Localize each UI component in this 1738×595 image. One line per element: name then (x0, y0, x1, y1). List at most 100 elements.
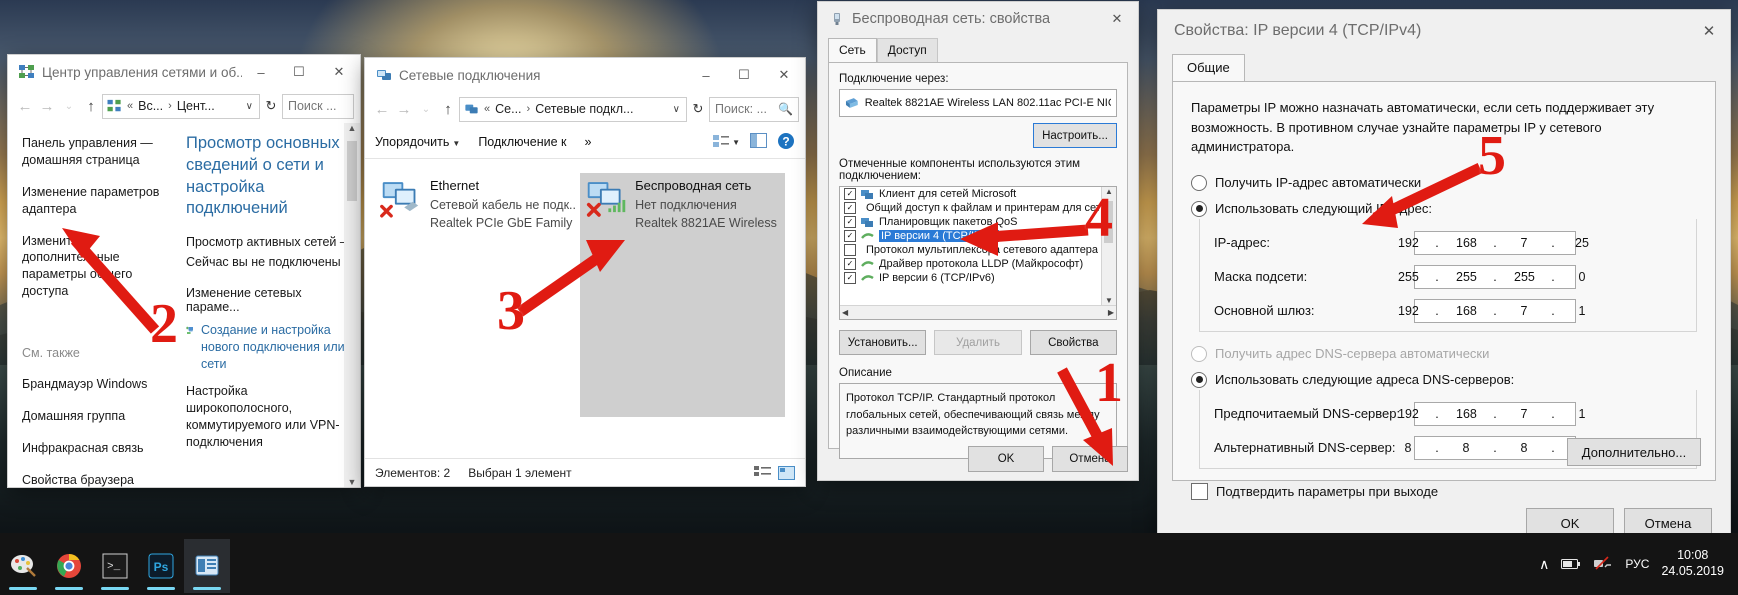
navigation-bar[interactable]: ← → ⌄ ↑ « Се... › Сетевые подкл... ∨ ↻ П… (365, 92, 805, 126)
octet-3[interactable]: 1 (1572, 407, 1592, 421)
recent-locations-button[interactable]: ⌄ (415, 104, 437, 115)
list-item-selected[interactable]: ✓ IP версии 4 (TCP/IPv4) (840, 229, 1116, 243)
octet-2[interactable]: 255 (1514, 270, 1535, 284)
see-also-firewall[interactable]: Брандмауэр Windows (22, 376, 170, 393)
alternate-dns-input[interactable]: 8. 8. 8. 8 (1405, 435, 1585, 460)
refresh-button[interactable]: ↻ (687, 101, 709, 117)
checkbox-unchecked[interactable] (1191, 482, 1208, 500)
dialog-controls[interactable]: ✕ (1096, 2, 1138, 36)
maximize-button[interactable]: ☐ (280, 55, 318, 89)
network-explorer-icon[interactable] (184, 539, 230, 593)
organize-button[interactable]: Упорядочить ▼ (375, 135, 460, 149)
maximize-button[interactable]: ☐ (725, 58, 763, 92)
start-paint-icon[interactable] (0, 539, 46, 593)
list-item[interactable]: ✓ Клиент для сетей Microsoft (840, 187, 1116, 201)
octet-0[interactable]: 192 (1398, 236, 1419, 250)
breadcrumb[interactable]: « Вс... › Цент... ∨ (102, 93, 260, 119)
view-mode-buttons[interactable] (754, 465, 795, 480)
checkbox-unchecked[interactable] (844, 244, 856, 256)
scroll-left-arrow[interactable]: ◀ (842, 308, 848, 317)
configure-button[interactable]: Настроить... (1033, 123, 1117, 148)
chrome-icon[interactable] (46, 539, 92, 593)
components-listbox[interactable]: ✓ Клиент для сетей Microsoft ✓ Общий дос… (839, 186, 1117, 320)
octet-1[interactable]: 168 (1456, 407, 1477, 421)
search-icon[interactable]: 🔍 (778, 102, 793, 116)
breadcrumb-item-1[interactable]: Сетевые подкл... (535, 102, 633, 116)
list-item[interactable]: ✓ Общий доступ к файлам и принтерам для … (840, 201, 1116, 215)
default-gateway-input[interactable]: 192. 168. 7. 1 (1398, 298, 1585, 323)
octet-3[interactable]: 25 (1572, 236, 1592, 250)
checkbox-checked[interactable]: ✓ (844, 272, 856, 284)
window-controls[interactable]: – ☐ ✕ (242, 55, 360, 89)
taskbar[interactable]: >_ Ps ∧ РУС 10:08 24.05.2019 (0, 533, 1738, 595)
connection-item-ethernet[interactable]: Ethernet Сетевой кабель не подк... Realt… (375, 173, 580, 417)
tab-sharing[interactable]: Доступ (876, 38, 938, 62)
scroll-up-arrow[interactable]: ▲ (348, 123, 357, 133)
toolbar[interactable]: Упорядочить ▼ Подключение к » ▼ ? (365, 126, 805, 159)
octet-0[interactable]: 192 (1398, 304, 1419, 318)
sidebar-item-adapter-settings[interactable]: Изменение параметров адаптера (22, 184, 170, 218)
terminal-icon[interactable]: >_ (92, 539, 138, 593)
install-button[interactable]: Установить... (839, 330, 927, 355)
network-sharing-center-window[interactable]: Центр управления сетями и об... – ☐ ✕ ← … (8, 55, 360, 487)
scroll-right-arrow[interactable]: ▶ (1108, 308, 1114, 317)
recent-locations-button[interactable]: ⌄ (58, 101, 80, 112)
close-icon[interactable]: ✕ (1096, 2, 1138, 36)
list-item[interactable]: ✓ Драйвер протокола LLDP (Майкрософт) (840, 257, 1116, 271)
radio-button[interactable] (1191, 174, 1207, 191)
breadcrumb-item-1[interactable]: Цент... (177, 99, 215, 113)
connect-to-button[interactable]: Подключение к (478, 135, 566, 149)
component-actions[interactable]: Установить... Удалить Свойства (839, 330, 1117, 355)
refresh-button[interactable]: ↻ (260, 98, 282, 114)
create-connection-label[interactable]: Создание и настройка нового подключения … (201, 322, 354, 373)
up-button[interactable]: ↑ (80, 98, 102, 115)
navigation-bar[interactable]: ← → ⌄ ↑ « Вс... › Цент... ∨ ↻ Поиск ... (8, 89, 360, 123)
octet-2[interactable]: 7 (1514, 236, 1534, 250)
radio-button[interactable] (1191, 345, 1207, 362)
forward-button[interactable]: → (393, 101, 415, 118)
close-button[interactable]: ✕ (763, 58, 805, 92)
battery-icon[interactable] (1561, 556, 1581, 572)
octet-0[interactable]: 8 (1398, 441, 1418, 455)
octet-2[interactable]: 7 (1514, 407, 1534, 421)
more-commands-button[interactable]: » (585, 135, 592, 149)
octet-1[interactable]: 168 (1456, 304, 1477, 318)
preview-pane-icon[interactable] (750, 133, 767, 151)
minimize-button[interactable]: – (242, 55, 280, 89)
octet-0[interactable]: 192 (1398, 407, 1419, 421)
dialog-footer[interactable]: OK Отмена (968, 446, 1128, 472)
system-tray[interactable]: ∧ РУС 10:08 24.05.2019 (1539, 533, 1738, 595)
close-button[interactable]: ✕ (318, 55, 360, 89)
checkbox-checked[interactable]: ✓ (844, 258, 856, 270)
tab-network[interactable]: Сеть (828, 38, 877, 62)
chevron-down-icon[interactable]: ∨ (673, 104, 682, 115)
advanced-button[interactable]: Дополнительно... (1567, 438, 1701, 466)
toolbar-right-group[interactable]: ▼ ? (713, 132, 795, 153)
connections-list[interactable]: Ethernet Сетевой кабель не подк... Realt… (365, 159, 805, 417)
octet-1[interactable]: 8 (1456, 441, 1476, 455)
preferred-dns-input[interactable]: 192. 168. 7. 1 (1398, 401, 1585, 426)
connection-item-wireless[interactable]: Беспроводная сеть Нет подключения Realte… (580, 173, 785, 417)
chevron-down-icon[interactable]: ∨ (246, 101, 255, 112)
create-connection-item[interactable]: Создание и настройка нового подключения … (186, 322, 354, 373)
forward-button[interactable]: → (36, 98, 58, 115)
octet-0[interactable]: 255 (1398, 270, 1419, 284)
scroll-down-arrow[interactable]: ▼ (1105, 296, 1113, 305)
checkbox-checked[interactable]: ✓ (844, 216, 856, 228)
see-also-homegroup[interactable]: Домашняя группа (22, 408, 170, 425)
breadcrumb[interactable]: « Се... › Сетевые подкл... ∨ (459, 96, 687, 122)
subnet-mask-input[interactable]: 255. 255. 255. 0 (1398, 264, 1585, 289)
list-horizontal-scrollbar[interactable]: ◀ ▶ (840, 305, 1116, 319)
up-button[interactable]: ↑ (437, 101, 459, 118)
tab-strip[interactable]: Сеть Доступ (818, 38, 1138, 62)
radio-manual-ip[interactable]: Использовать следующий IP-адрес: (1191, 200, 1697, 217)
cancel-button[interactable]: Отмена (1052, 446, 1128, 472)
clock[interactable]: 10:08 24.05.2019 (1661, 548, 1724, 579)
radio-auto-ip[interactable]: Получить IP-адрес автоматически (1191, 174, 1697, 191)
list-item[interactable]: ✓ IP версии 6 (TCP/IPv6) (840, 271, 1116, 285)
octet-2[interactable]: 7 (1514, 304, 1534, 318)
octet-3[interactable]: 1 (1572, 304, 1592, 318)
breadcrumb-item-0[interactable]: Вс... (138, 99, 163, 113)
validate-settings-row[interactable]: Подтвердить параметры при выходе (1191, 482, 1697, 500)
radio-button-selected[interactable] (1191, 200, 1207, 217)
